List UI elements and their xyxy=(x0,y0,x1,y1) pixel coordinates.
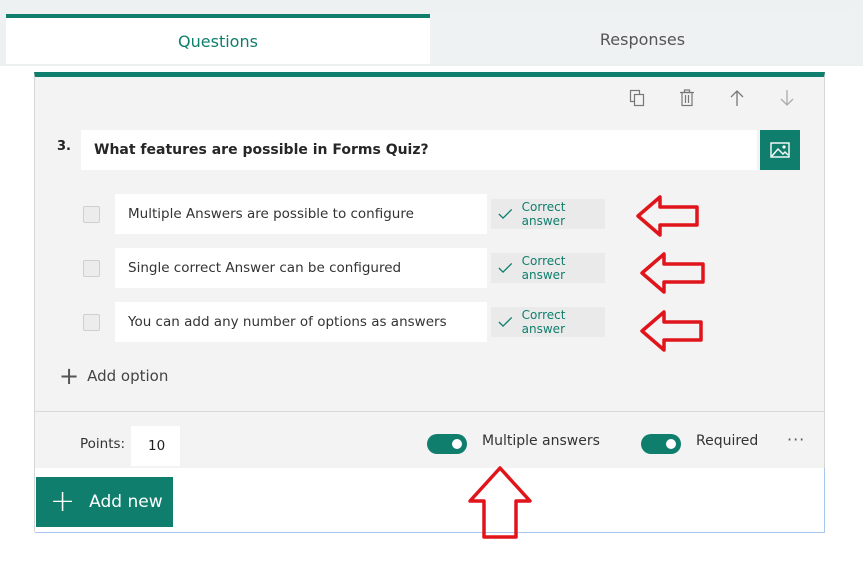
required-toggle[interactable] xyxy=(641,434,681,454)
option-3-text: You can add any number of options as ans… xyxy=(128,314,447,330)
add-new-button[interactable]: + Add new xyxy=(36,477,173,527)
footer-divider xyxy=(35,411,824,412)
option-1-correct-label: Correct answer xyxy=(521,200,566,228)
add-new-label: Add new xyxy=(89,492,163,512)
option-2-checkbox[interactable] xyxy=(83,260,100,277)
annotation-arrow-up-icon xyxy=(468,466,532,539)
add-option-label: Add option xyxy=(87,367,169,385)
option-3-field[interactable]: You can add any number of options as ans… xyxy=(115,302,487,342)
option-1-text: Multiple Answers are possible to configu… xyxy=(128,206,414,222)
move-down-icon[interactable] xyxy=(775,86,799,110)
multiple-answers-toggle[interactable] xyxy=(427,434,467,454)
tab-responses-label: Responses xyxy=(599,29,686,49)
option-2-text: Single correct Answer can be configured xyxy=(128,260,402,276)
option-1-correct-answer-toggle[interactable]: Correct answer xyxy=(491,199,605,229)
tab-questions-label: Questions xyxy=(178,31,258,51)
annotation-arrow-left-icon xyxy=(640,252,705,294)
points-input[interactable]: 10 xyxy=(131,426,180,466)
points-value: 10 xyxy=(148,438,166,454)
points-label: Points: xyxy=(80,436,126,452)
plus-icon: + xyxy=(59,362,80,390)
toggle-knob xyxy=(666,439,676,449)
option-1-checkbox[interactable] xyxy=(83,206,100,223)
option-2-field[interactable]: Single correct Answer can be configured xyxy=(115,248,487,288)
checkmark-icon xyxy=(498,316,513,328)
toggle-knob xyxy=(452,439,462,449)
image-icon xyxy=(770,142,790,158)
insert-image-button[interactable] xyxy=(760,130,800,170)
tab-responses[interactable]: Responses xyxy=(430,14,855,64)
checkmark-icon xyxy=(498,262,513,274)
option-2-correct-answer-toggle[interactable]: Correct answer xyxy=(491,253,605,283)
option-3-correct-answer-toggle[interactable]: Correct answer xyxy=(491,307,605,337)
option-2-correct-label: Correct answer xyxy=(521,254,566,282)
annotation-arrow-left-icon xyxy=(636,195,699,237)
plus-icon: + xyxy=(50,484,76,519)
option-3-correct-label: Correct answer xyxy=(521,308,566,336)
multiple-answers-label: Multiple answers xyxy=(482,433,600,449)
question-number: 3. xyxy=(57,139,71,154)
move-up-icon[interactable] xyxy=(725,86,749,110)
question-title-text: What features are possible in Forms Quiz… xyxy=(94,142,429,158)
add-option-button[interactable]: + Add option xyxy=(59,362,169,390)
tab-questions[interactable]: Questions xyxy=(6,14,430,64)
option-3-checkbox[interactable] xyxy=(83,314,100,331)
more-options-icon[interactable]: ··· xyxy=(787,430,805,449)
required-label: Required xyxy=(696,433,759,449)
option-1-field[interactable]: Multiple Answers are possible to configu… xyxy=(115,194,487,234)
question-title-field[interactable]: What features are possible in Forms Quiz… xyxy=(81,130,757,170)
delete-icon[interactable] xyxy=(675,86,699,110)
copy-icon[interactable] xyxy=(625,86,649,110)
annotation-arrow-left-icon xyxy=(640,310,703,352)
checkmark-icon xyxy=(498,208,513,220)
